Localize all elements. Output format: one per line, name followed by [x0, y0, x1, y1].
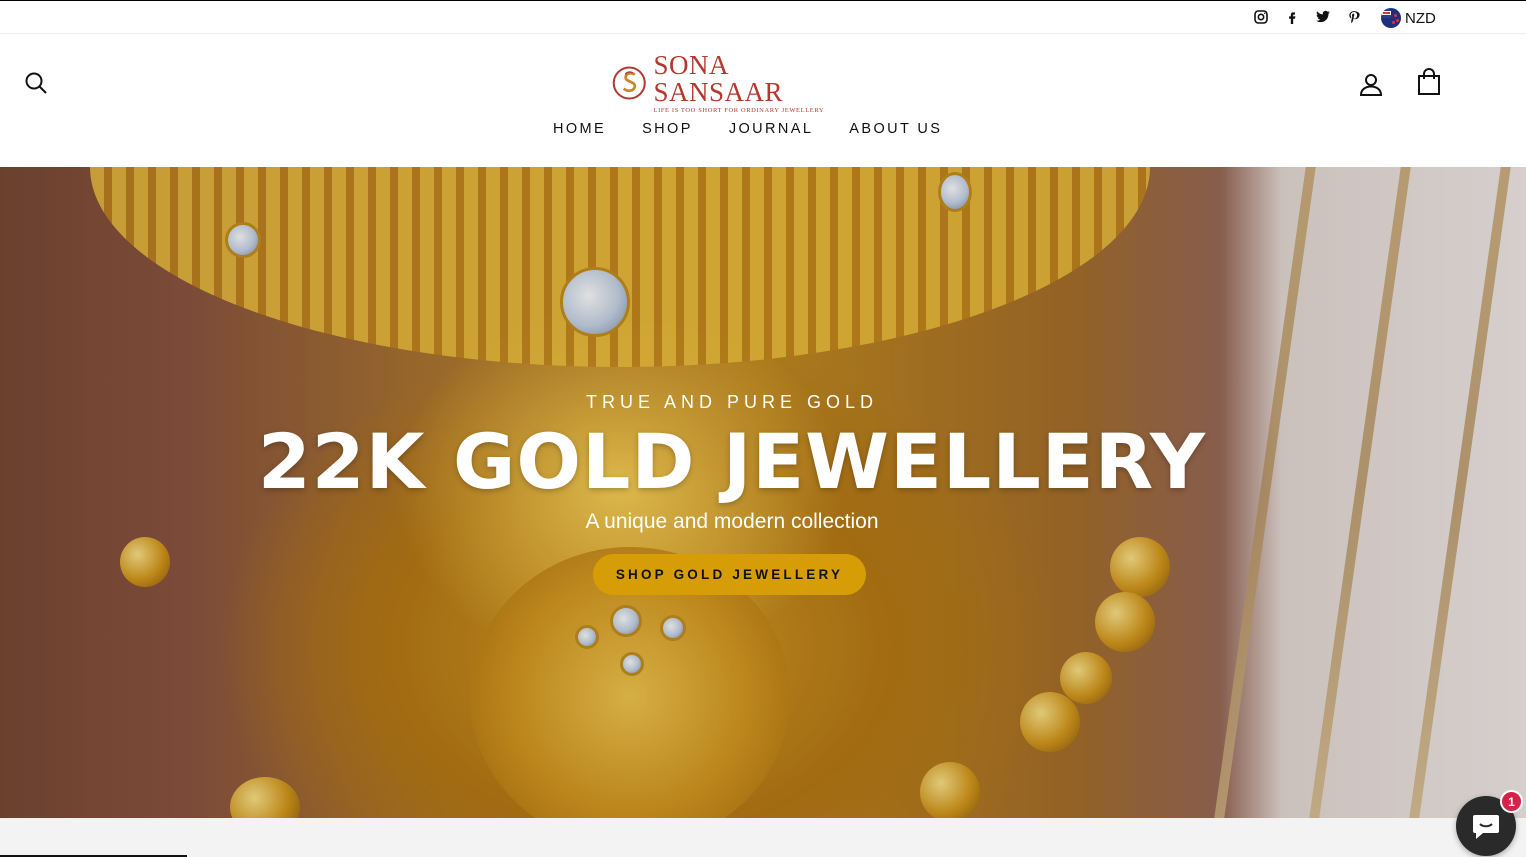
hero-title: 22K GOLD JEWELLERY [257, 417, 1207, 506]
currency-selector[interactable]: NZD [1381, 8, 1436, 28]
pinterest-icon[interactable] [1345, 8, 1362, 25]
announcement-bar: NZD [0, 0, 1526, 34]
logo-name: SONA SANSAAR [653, 50, 784, 107]
hero-description: A unique and modern collection [585, 510, 879, 533]
next-section [0, 818, 1526, 857]
logo-tagline: LIFE IS TOO SHORT FOR ORDINARY JEWELLERY [653, 107, 825, 114]
hero-subtitle: TRUE AND PURE GOLD [585, 392, 879, 412]
new-zealand-flag-icon [1381, 8, 1401, 28]
search-icon[interactable] [24, 71, 48, 95]
hero-banner: TRUE AND PURE GOLD 22K GOLD JEWELLERY A … [0, 167, 1526, 818]
nav-about-us[interactable]: ABOUT US [849, 121, 942, 137]
cart-icon[interactable] [1416, 68, 1442, 96]
shop-gold-jewellery-button[interactable]: SHOP GOLD JEWELLERY [593, 554, 866, 595]
nav-journal[interactable]: JOURNAL [729, 121, 813, 137]
main-nav: HOME SHOP JOURNAL ABOUT US [553, 121, 942, 137]
site-header: SONA SANSAAR LIFE IS TOO SHORT FOR ORDIN… [0, 34, 1526, 167]
site-logo[interactable]: SONA SANSAAR LIFE IS TOO SHORT FOR ORDIN… [611, 52, 856, 114]
twitter-icon[interactable] [1314, 8, 1331, 25]
nav-shop[interactable]: SHOP [642, 121, 693, 137]
nav-home[interactable]: HOME [553, 121, 606, 137]
instagram-icon[interactable] [1252, 8, 1269, 25]
chat-icon [1473, 815, 1499, 839]
chat-notification-badge: 1 [1500, 790, 1523, 813]
account-icon[interactable] [1358, 71, 1384, 97]
logo-emblem-icon [612, 66, 646, 100]
currency-label: NZD [1405, 9, 1436, 27]
facebook-icon[interactable] [1283, 8, 1300, 25]
social-links [1252, 8, 1362, 25]
